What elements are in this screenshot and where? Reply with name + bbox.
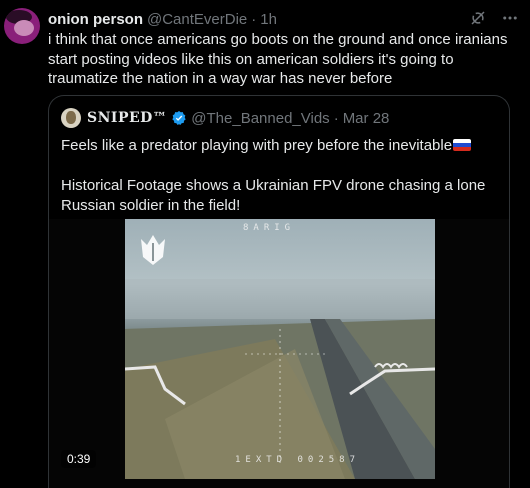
- video-frame: 8ARIG 1EXTD 002587: [125, 219, 435, 479]
- separator-dot: ·: [251, 10, 257, 28]
- quoted-timestamp[interactable]: Mar 28: [343, 110, 390, 127]
- handle[interactable]: @CantEverDie: [147, 11, 247, 28]
- avatar[interactable]: [4, 8, 40, 44]
- tweet-text: i think that once americans go boots on …: [48, 31, 508, 87]
- quoted-paragraph-1: Feels like a predator playing with prey …: [61, 137, 453, 154]
- separator-dot: ·: [333, 109, 339, 127]
- quoted-text: Feels like a predator playing with prey …: [61, 136, 499, 216]
- russia-flag-icon: [453, 139, 472, 151]
- tweet[interactable]: onion person @CantEverDie · 1h i think t…: [0, 0, 530, 488]
- verified-badge-icon: [172, 111, 186, 125]
- timestamp[interactable]: 1h: [260, 11, 277, 28]
- quoted-display-name[interactable]: SNIPED™: [87, 110, 167, 126]
- more-icon[interactable]: [500, 8, 520, 28]
- grok-icon[interactable]: [468, 8, 488, 28]
- quoted-avatar[interactable]: [61, 108, 81, 128]
- header-actions: [468, 8, 520, 28]
- video-player[interactable]: 8ARIG 1EXTD 002587 0:39: [49, 219, 509, 488]
- quoted-handle[interactable]: @The_Banned_Vids: [191, 110, 329, 127]
- quoted-tweet-header: SNIPED™ @The_Banned_Vids · Mar 28: [61, 108, 389, 128]
- video-duration: 0:39: [61, 450, 97, 468]
- quoted-paragraph-2: Historical Footage shows a Ukrainian FPV…: [61, 177, 486, 214]
- display-name[interactable]: onion person: [48, 11, 143, 28]
- tweet-header: onion person @CantEverDie · 1h: [48, 10, 277, 28]
- osd-bottom-text: 1EXTD 002587: [235, 455, 361, 465]
- osd-top-text: 8ARIG: [243, 223, 296, 233]
- quoted-tweet[interactable]: SNIPED™ @The_Banned_Vids · Mar 28 Feels …: [48, 95, 510, 488]
